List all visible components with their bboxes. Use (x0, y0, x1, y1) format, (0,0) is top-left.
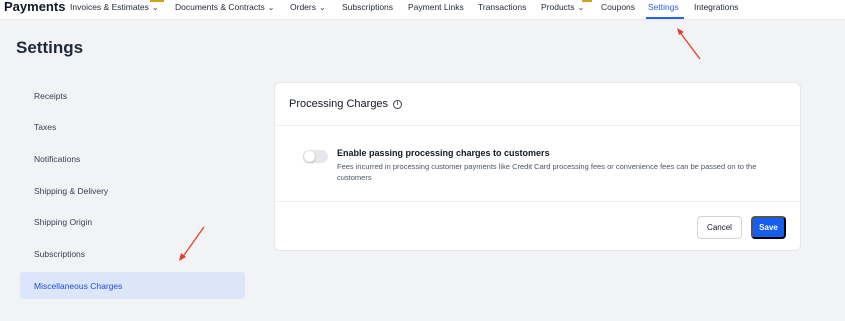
setting-label: Enable passing processing charges to cus… (337, 148, 550, 158)
nav-item-settings[interactable]: Settings (648, 2, 679, 12)
sidebar-item-label: Subscriptions (34, 248, 86, 259)
sidebar-item-taxes[interactable]: Taxes (20, 113, 245, 140)
processing-charges-card: Processing Charges i Enable passing proc… (274, 82, 801, 251)
chevron-down-icon: ⌄ (318, 2, 326, 12)
cancel-button[interactable]: Cancel (697, 216, 742, 239)
nav-item-label: Products (541, 2, 575, 12)
chevron-down-icon: ⌄ (577, 2, 585, 12)
sidebar-item-subscriptions[interactable]: Subscriptions (20, 240, 245, 267)
enable-processing-charges-toggle[interactable] (303, 150, 328, 163)
nav-item-label: Subscriptions (342, 2, 394, 12)
top-navigation-bar: Payments Invoices & Estimates ⌄ Document… (0, 0, 845, 20)
nav-item-integrations[interactable]: Integrations (694, 2, 738, 12)
page-title: Settings (16, 38, 84, 57)
nav-item-label: Payment Links (408, 2, 464, 12)
nav-item-transactions[interactable]: Transactions (478, 2, 526, 12)
nav-item-label: Coupons (601, 2, 636, 12)
app-title: Payments (4, 0, 66, 14)
save-button[interactable]: Save (751, 216, 786, 239)
nav-item-label: Settings (648, 2, 679, 12)
sidebar-item-label: Miscellaneous Charges (34, 280, 123, 291)
nav-item-label: Invoices & Estimates (70, 2, 149, 12)
nav-item-orders[interactable]: Orders ⌄ (290, 2, 326, 12)
sidebar-item-label: Notifications (34, 153, 81, 164)
annotation-arrow-icon (179, 226, 205, 261)
nav-item-coupons[interactable]: Coupons (601, 2, 635, 12)
sidebar-item-receipts[interactable]: Receipts (20, 82, 245, 109)
chevron-down-icon: ⌄ (267, 2, 275, 12)
nav-item-label: Integrations (694, 2, 739, 12)
sidebar-item-miscellaneous-charges[interactable]: Miscellaneous Charges (20, 272, 245, 299)
nav-item-subscriptions[interactable]: Subscriptions (342, 2, 393, 12)
nav-active-indicator (646, 17, 684, 19)
sidebar-item-shipping-delivery[interactable]: Shipping & Delivery (20, 177, 245, 204)
nav-item-label: Orders (290, 2, 316, 12)
nav-item-products[interactable]: Products ⌄ (541, 2, 584, 12)
card-divider (275, 201, 800, 202)
toggle-knob (304, 151, 315, 162)
sidebar-item-shipping-origin[interactable]: Shipping Origin (20, 208, 245, 235)
sidebar-item-label: Receipts (34, 90, 68, 101)
sidebar-item-label: Taxes (34, 121, 57, 132)
annotation-arrow-icon (677, 28, 701, 60)
nav-item-invoices-estimates[interactable]: Invoices & Estimates ⌄ (70, 2, 159, 12)
nav-item-label: Documents & Contracts (175, 2, 265, 12)
sidebar-item-label: Shipping Origin (34, 216, 93, 227)
sidebar-item-label: Shipping & Delivery (34, 185, 109, 196)
nav-item-payment-links[interactable]: Payment Links (408, 2, 464, 12)
info-icon[interactable]: i (393, 99, 403, 109)
card-header: Processing Charges i (275, 83, 800, 126)
card-title: Processing Charges (289, 98, 389, 110)
setting-description: Fees incurred in processing customer pay… (337, 162, 757, 182)
nav-item-label: Transactions (478, 2, 527, 12)
sidebar-item-notifications[interactable]: Notifications (20, 145, 245, 172)
chevron-down-icon: ⌄ (151, 2, 159, 12)
nav-item-documents-contracts[interactable]: Documents & Contracts ⌄ (175, 2, 274, 12)
